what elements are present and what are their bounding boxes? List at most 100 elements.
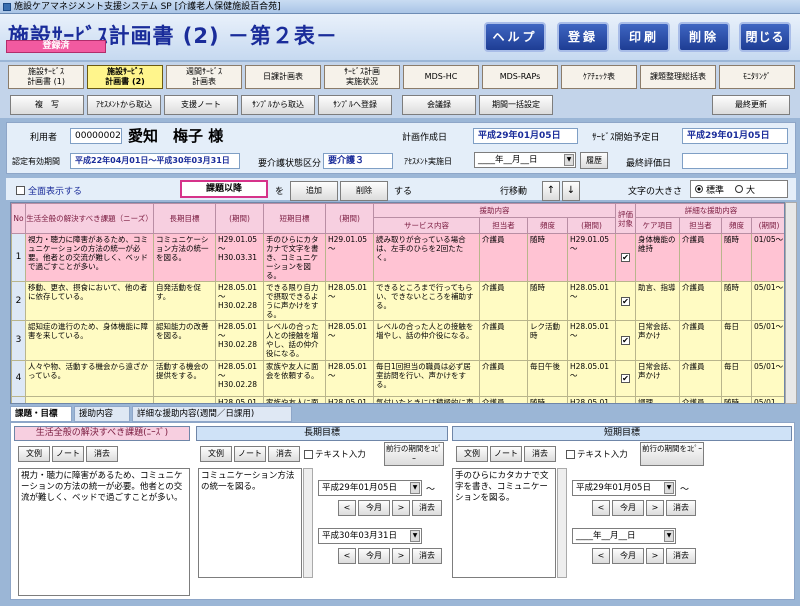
dropdown-arrow-icon[interactable]: ▼ xyxy=(564,154,574,166)
import-assessment-button[interactable]: ｱｾｽﾒﾝﾄから取込 xyxy=(87,95,161,115)
short-section-header: 短期目標 xyxy=(452,426,792,441)
minutes-button[interactable]: 会議録 xyxy=(402,95,476,115)
subtab-support[interactable]: 援助内容 xyxy=(74,406,130,422)
long-text-input-checkbox[interactable] xyxy=(304,449,313,459)
issue-onward-button[interactable]: 課題以降 xyxy=(180,180,268,198)
eval-checkbox[interactable]: ✔ xyxy=(621,374,630,383)
long-text-input-toggle[interactable]: テキスト入力 xyxy=(304,448,366,460)
table-row[interactable]: 1 視力・聴力に障害があるため、コミュニケーションの方法の統一が必要。他者との交流… xyxy=(11,233,784,282)
tab-5[interactable]: MDS-HC xyxy=(403,65,479,89)
long-from-prev-button[interactable]: < xyxy=(338,500,356,516)
assess-date-input[interactable]: ____年__月__日 ▼ xyxy=(474,152,576,168)
long-from-today-button[interactable]: 今月 xyxy=(358,500,390,516)
tab-label: 週間ｻｰﾋﾞｽ 計画表 xyxy=(186,67,222,87)
user-id: 00000002 xyxy=(70,128,122,144)
issue-bunrei-button[interactable]: 文例 xyxy=(18,446,50,462)
issue-clear-button[interactable]: 消去 xyxy=(86,446,118,462)
move-down-button[interactable]: ↓ xyxy=(562,181,580,201)
long-note-button[interactable]: ノート xyxy=(234,446,266,462)
short-textarea-scrollbar[interactable] xyxy=(557,468,567,578)
tab-label: ﾓﾆﾀﾘﾝｸﾞ xyxy=(743,72,771,82)
tab-3[interactable]: 日課計画表 xyxy=(245,65,321,89)
issue-note-button[interactable]: ノート xyxy=(52,446,84,462)
long-to-today-button[interactable]: 今月 xyxy=(358,548,390,564)
long-from-clear-button[interactable]: 消去 xyxy=(412,500,442,516)
tab-9[interactable]: ﾓﾆﾀﾘﾝｸﾞ xyxy=(719,65,795,89)
history-button[interactable]: 履歴 xyxy=(580,152,608,169)
short-bunrei-button[interactable]: 文例 xyxy=(456,446,488,462)
tab-7[interactable]: ｹｱﾁｪｯｸ表 xyxy=(561,65,637,89)
tab-6[interactable]: MDS-RAPs xyxy=(482,65,558,89)
short-from-today-button[interactable]: 今月 xyxy=(612,500,644,516)
show-all-checkbox[interactable] xyxy=(16,186,25,195)
long-from-date[interactable]: 平成29年01月05日 ▼ xyxy=(318,480,422,496)
wo-label: を xyxy=(275,187,285,197)
short-copy-prev-button[interactable]: 前行の期間をｺﾋﾟｰ xyxy=(640,442,704,466)
last-update-button[interactable]: 最終更新 xyxy=(712,95,790,115)
long-clear-button[interactable]: 消去 xyxy=(268,446,300,462)
copy-button[interactable]: 複 写 xyxy=(10,95,84,115)
long-textarea[interactable]: コミュニケーション方法の統一を図る。 xyxy=(198,468,302,578)
col-period2: (期間) xyxy=(567,217,616,234)
long-to-date[interactable]: 平成30年03月31日 ▼ xyxy=(318,528,422,544)
short-text-input-checkbox[interactable] xyxy=(566,449,575,459)
short-from-clear-button[interactable]: 消去 xyxy=(666,500,696,516)
move-up-button[interactable]: ↑ xyxy=(542,181,560,201)
eval-checkbox[interactable]: ✔ xyxy=(621,296,630,306)
long-bunrei-button[interactable]: 文例 xyxy=(200,446,232,462)
short-to-clear-button[interactable]: 消去 xyxy=(666,548,696,564)
table-row[interactable]: H28.05.01～家族や友人に面会H28.05.01～気付いたときには積極的に… xyxy=(11,396,784,403)
dropdown-arrow-icon[interactable]: ▼ xyxy=(664,482,674,494)
tab-0[interactable]: 施設ｻｰﾋﾞｽ 計画書 (1) xyxy=(8,65,84,89)
table-row[interactable]: 4 人々や物、活動する機会から遠ざかっている。 活動する機会の提供をする。 H28.0… xyxy=(11,360,784,397)
eval-checkbox[interactable]: ✔ xyxy=(621,253,630,262)
short-from-date[interactable]: 平成29年01月05日 ▼ xyxy=(572,480,676,496)
tab-4[interactable]: ｻｰﾋﾞｽ計画 実施状況 xyxy=(324,65,400,89)
table-scrollbar[interactable] xyxy=(785,202,797,404)
tab-1[interactable]: 施設ｻｰﾋﾞｽ 計画書 (2) xyxy=(87,65,163,89)
short-to-prev-button[interactable]: < xyxy=(592,548,610,564)
subtab-detail[interactable]: 詳細な援助内容(週間／日課用) xyxy=(132,406,292,422)
short-clear-button[interactable]: 消去 xyxy=(524,446,556,462)
short-to-today-button[interactable]: 今月 xyxy=(612,548,644,564)
radio-standard[interactable] xyxy=(695,185,703,193)
issue-textarea[interactable]: 視力・聴力に障害があるため、コミュニケーションの方法の統一が必要。他者との交流が… xyxy=(18,468,190,596)
register-button[interactable]: 登録 xyxy=(557,22,609,52)
long-textarea-scrollbar[interactable] xyxy=(303,468,313,578)
subtab-issue-goal[interactable]: 課題・目標 xyxy=(10,406,72,422)
care-level-label: 要介護状態区分 xyxy=(258,159,322,169)
help-button[interactable]: ヘルプ xyxy=(484,22,546,52)
short-textarea[interactable]: 手のひらにカタカナで文字を書き、コミュニケーションを図る。 xyxy=(452,468,556,578)
tab-8[interactable]: 課題整理総括表 xyxy=(640,65,716,89)
long-from-next-button[interactable]: > xyxy=(392,500,410,516)
dropdown-arrow-icon[interactable]: ▼ xyxy=(410,530,420,542)
import-sample-button[interactable]: ｻﾝﾌﾟﾙから取込 xyxy=(241,95,315,115)
table-row[interactable]: 2 移動、更衣、摂食において、他の者に依存している。 自発活動を促す。 H28.05.… xyxy=(11,281,784,321)
print-button[interactable]: 印刷 xyxy=(618,22,670,52)
support-note-button[interactable]: 支援ノート xyxy=(164,95,238,115)
short-from-prev-button[interactable]: < xyxy=(592,500,610,516)
delete-button[interactable]: 削除 xyxy=(678,22,730,52)
long-to-prev-button[interactable]: < xyxy=(338,548,356,564)
table-row[interactable]: 3 認知症の進行のため、身体機能に障害を来している。 認知能力の改善を図る。 H28.… xyxy=(11,320,784,361)
long-to-clear-button[interactable]: 消去 xyxy=(412,548,442,564)
short-to-date[interactable]: ____年__月__日 ▼ xyxy=(572,528,676,544)
tab-2[interactable]: 週間ｻｰﾋﾞｽ 計画表 xyxy=(166,65,242,89)
register-sample-button[interactable]: ｻﾝﾌﾟﾙへ登録 xyxy=(318,95,392,115)
short-text-input-toggle[interactable]: テキスト入力 xyxy=(566,448,628,460)
short-to-next-button[interactable]: > xyxy=(646,548,664,564)
bulk-period-button[interactable]: 期間一括設定 xyxy=(479,95,553,115)
cell-eval xyxy=(615,396,636,403)
dropdown-arrow-icon[interactable]: ▼ xyxy=(664,530,674,542)
short-note-button[interactable]: ノート xyxy=(490,446,522,462)
close-button[interactable]: 閉じる xyxy=(739,22,791,52)
long-copy-prev-button[interactable]: 前行の期間をｺﾋﾟｰ xyxy=(384,442,444,466)
dropdown-arrow-icon[interactable]: ▼ xyxy=(410,482,420,494)
show-all-toggle[interactable]: 全面表示する xyxy=(16,184,82,197)
short-from-next-button[interactable]: > xyxy=(646,500,664,516)
delete-row-button[interactable]: 削除 xyxy=(340,181,388,201)
long-to-next-button[interactable]: > xyxy=(392,548,410,564)
radio-large[interactable] xyxy=(735,185,744,193)
eval-checkbox[interactable]: ✔ xyxy=(621,336,630,345)
add-row-button[interactable]: 追加 xyxy=(290,181,338,201)
